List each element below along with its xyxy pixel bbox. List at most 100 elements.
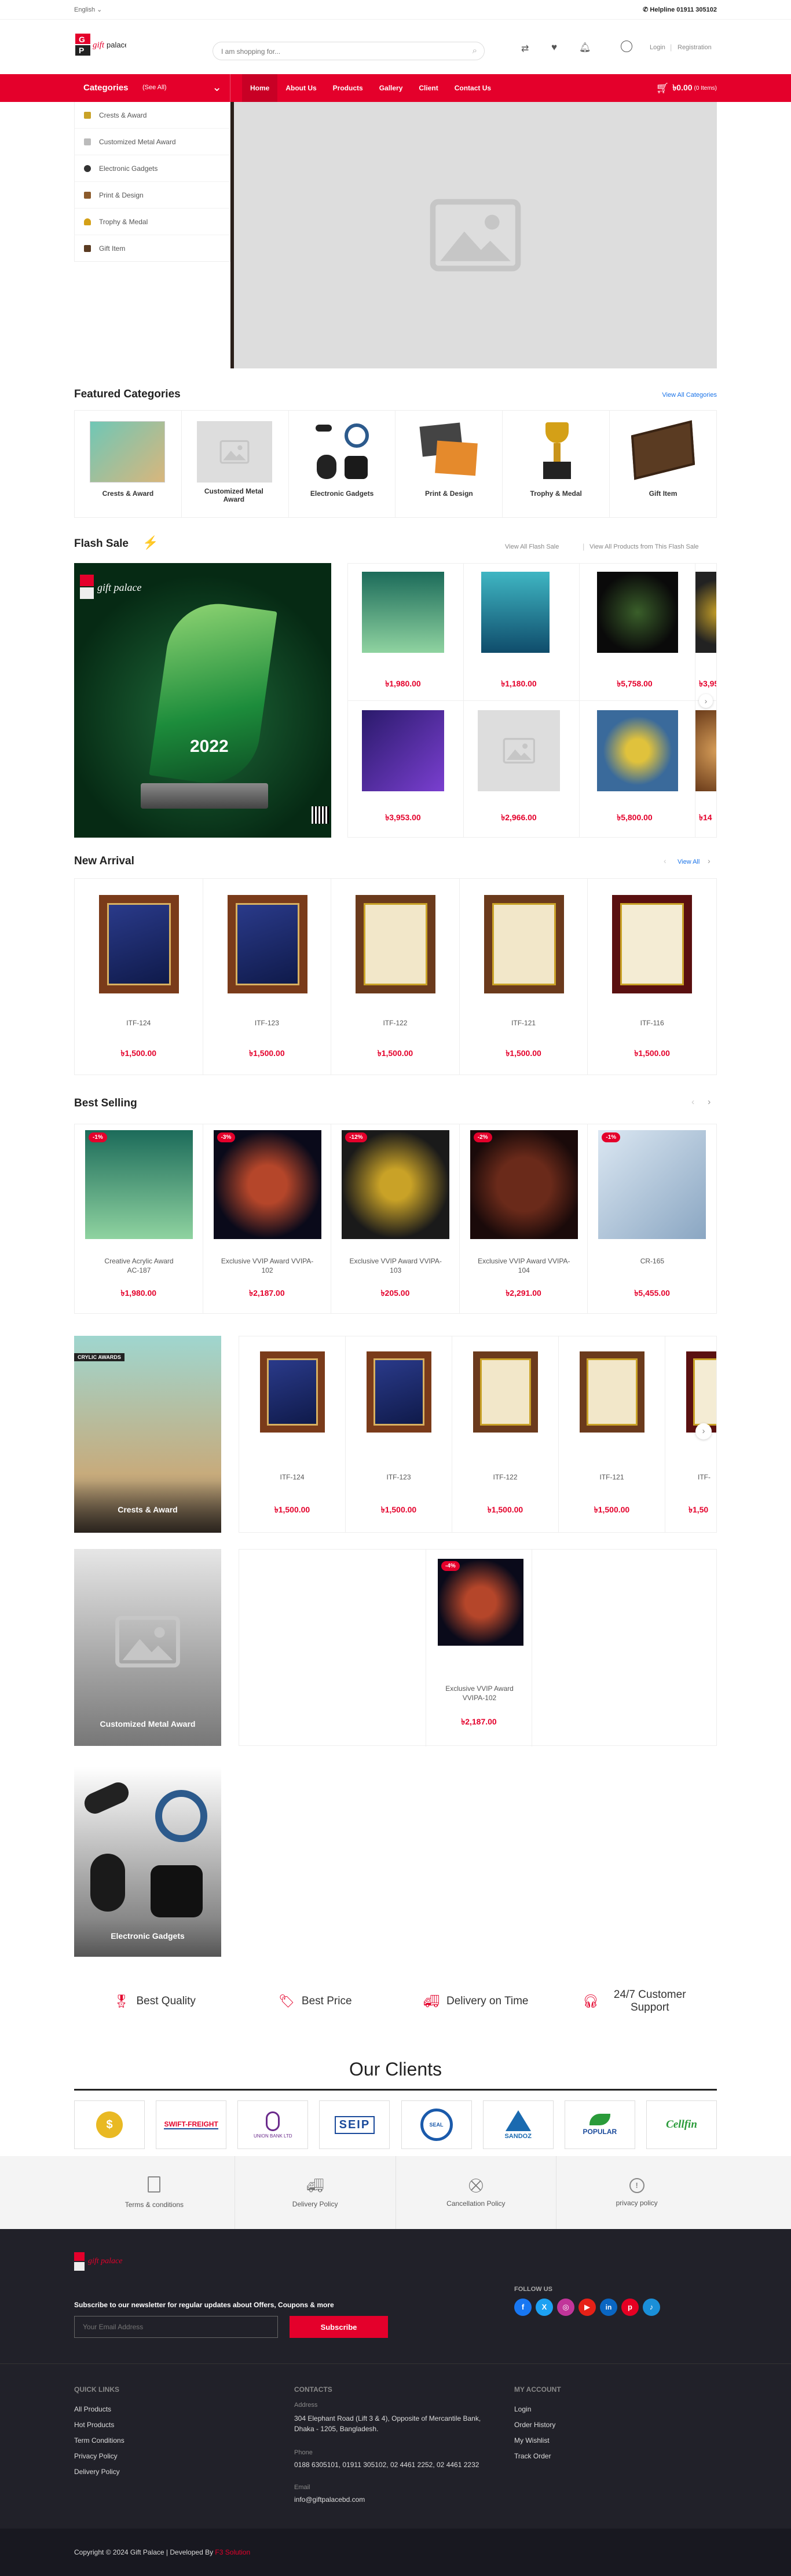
- flash-product-card[interactable]: ৳3,953.00: [348, 701, 464, 837]
- sidebar-item-crests[interactable]: Crests & Award: [75, 102, 230, 129]
- flash-product-card[interactable]: ৳1,980.00: [348, 564, 464, 701]
- twitter-x-icon[interactable]: X: [536, 2299, 553, 2316]
- cart-button[interactable]: 🛒︎ ৳0.00 (0 Items): [655, 74, 717, 102]
- featured-card-metal[interactable]: Customized Metal Award: [182, 411, 289, 517]
- policy-cancellation[interactable]: ⛒ Cancellation Policy: [396, 2156, 557, 2229]
- nav-about-us[interactable]: About Us: [277, 74, 324, 102]
- nav-client[interactable]: Client: [411, 74, 446, 102]
- registration-link[interactable]: Registration: [678, 44, 712, 51]
- client-logo[interactable]: Cellfin: [646, 2100, 717, 2149]
- hero-banner-placeholder[interactable]: [234, 102, 717, 368]
- crests-category-banner[interactable]: CRYLIC AWARDS Crests & Award: [74, 1336, 221, 1533]
- product-card[interactable]: -12% Exclusive VVIP Award VVIPA-103 ৳205…: [331, 1124, 460, 1313]
- product-card[interactable]: -1% Creative Acrylic Award AC-187 ৳1,980…: [75, 1124, 203, 1313]
- newsletter-email-input[interactable]: [74, 2316, 278, 2338]
- product-card[interactable]: -3% Exclusive VVIP Award VVIPA-102 ৳2,18…: [203, 1124, 332, 1313]
- product-card[interactable]: ITF-122 ৳1,500.00: [452, 1336, 559, 1532]
- client-logo[interactable]: SANDOZ: [482, 2100, 554, 2149]
- chevron-right-icon[interactable]: ›: [708, 1097, 711, 1108]
- gadgets-category-banner[interactable]: Electronic Gadgets: [74, 1767, 221, 1957]
- login-link[interactable]: Login: [650, 44, 665, 51]
- featured-card-crests[interactable]: Crests & Award: [75, 411, 182, 517]
- carousel-next-button[interactable]: ›: [695, 1423, 712, 1439]
- client-logo[interactable]: UNION BANK LTD: [237, 2100, 309, 2149]
- sidebar-item-metal-award[interactable]: Customized Metal Award: [75, 129, 230, 155]
- nav-products[interactable]: Products: [325, 74, 371, 102]
- chevron-left-icon[interactable]: ‹: [664, 856, 667, 865]
- metal-category-banner[interactable]: Customized Metal Award: [74, 1549, 221, 1746]
- view-all-flash-sale-link[interactable]: View All Flash Sale: [505, 543, 559, 550]
- nav-home[interactable]: Home: [242, 74, 278, 102]
- featured-card-print[interactable]: Print & Design: [395, 411, 503, 517]
- footer-link-delivery[interactable]: Delivery Policy: [74, 2464, 124, 2480]
- footer-link-privacy[interactable]: Privacy Policy: [74, 2449, 124, 2464]
- sidebar-item-electronic-gadgets[interactable]: Electronic Gadgets: [75, 155, 230, 182]
- product-card[interactable]: ITF-121 ৳1,500.00: [460, 879, 588, 1075]
- chevron-left-icon[interactable]: ‹: [691, 1097, 694, 1108]
- policy-privacy[interactable]: ! privacy policy: [556, 2156, 717, 2229]
- notification-bell-icon[interactable]: 🔔︎: [579, 42, 591, 53]
- linkedin-icon[interactable]: in: [600, 2299, 617, 2316]
- product-card[interactable]: ITF-121 ৳1,500.00: [559, 1336, 665, 1532]
- view-all-flash-products-link[interactable]: View All Products from This Flash Sale: [589, 543, 699, 550]
- footer-link-wishlist[interactable]: My Wishlist: [514, 2433, 555, 2449]
- view-all-categories-link[interactable]: View All Categories: [662, 392, 717, 399]
- wishlist-heart-icon[interactable]: ♥: [551, 42, 557, 53]
- flash-product-card[interactable]: ৳5,800.00: [580, 701, 695, 837]
- search-icon[interactable]: ⌕: [473, 46, 477, 56]
- featured-card-trophy[interactable]: Trophy & Medal: [503, 411, 610, 517]
- footer-link-track-order[interactable]: Track Order: [514, 2449, 555, 2464]
- tiktok-icon[interactable]: ♪: [643, 2299, 660, 2316]
- policy-terms[interactable]: Terms & conditions: [74, 2156, 235, 2229]
- facebook-icon[interactable]: f: [514, 2299, 532, 2316]
- product-card[interactable]: -4% Exclusive VVIP Award VVIPA-102 ৳2,18…: [426, 1550, 532, 1746]
- footer-link-terms[interactable]: Term Conditions: [74, 2433, 124, 2449]
- footer-link-login[interactable]: Login: [514, 2402, 555, 2417]
- carousel-next-button[interactable]: ›: [699, 694, 713, 708]
- product-card[interactable]: ITF-123 ৳1,500.00: [346, 1336, 452, 1532]
- pinterest-icon[interactable]: p: [621, 2299, 639, 2316]
- instagram-icon[interactable]: ◎: [557, 2299, 574, 2316]
- policy-delivery[interactable]: 🚚︎ Delivery Policy: [235, 2156, 396, 2229]
- featured-card-gift[interactable]: Gift Item: [610, 411, 716, 517]
- language-selector[interactable]: English ⌄: [74, 6, 102, 13]
- product-card[interactable]: ITF-124 ৳1,500.00: [75, 879, 203, 1075]
- footer-link-all-products[interactable]: All Products: [74, 2402, 124, 2417]
- sidebar-item-gift-item[interactable]: Gift Item: [75, 235, 230, 262]
- search-input[interactable]: [221, 46, 453, 57]
- product-card[interactable]: ITF-122 ৳1,500.00: [331, 879, 460, 1075]
- product-card[interactable]: ITF-124 ৳1,500.00: [239, 1336, 346, 1532]
- flash-product-card[interactable]: ৳2,966.00: [464, 701, 580, 837]
- client-logo[interactable]: SEIP: [319, 2100, 390, 2149]
- nav-gallery[interactable]: Gallery: [371, 74, 411, 102]
- sidebar-item-trophy-medal[interactable]: Trophy & Medal: [75, 209, 230, 235]
- product-card[interactable]: -2% Exclusive VVIP Award VVIPA-104 ৳2,29…: [460, 1124, 588, 1313]
- footer-link-order-history[interactable]: Order History: [514, 2417, 555, 2433]
- site-logo[interactable]: G P gift palace: [74, 31, 129, 58]
- client-logo[interactable]: $: [74, 2100, 145, 2149]
- flash-product-card[interactable]: ৳1,180.00: [464, 564, 580, 701]
- user-icon[interactable]: [621, 41, 632, 52]
- email-link[interactable]: info@giftpalacebd.com: [294, 2495, 365, 2504]
- featured-card-gadgets[interactable]: Electronic Gadgets: [289, 411, 396, 517]
- client-logo[interactable]: SWIFT-FREIGHT: [156, 2100, 227, 2149]
- footer-link-hot-products[interactable]: Hot Products: [74, 2417, 124, 2433]
- categories-dropdown[interactable]: Categories (See All) ⌄: [74, 74, 230, 102]
- compare-icon[interactable]: ⇄: [521, 43, 529, 54]
- flash-product-card[interactable]: ৳14: [695, 701, 716, 837]
- subscribe-button[interactable]: Subscribe: [290, 2316, 388, 2338]
- product-card[interactable]: ITF-116 ৳1,500.00: [588, 879, 716, 1075]
- product-card[interactable]: -1% CR-165 ৳5,455.00: [588, 1124, 716, 1313]
- sidebar-item-print-design[interactable]: Print & Design: [75, 182, 230, 209]
- flash-product-card[interactable]: ৳5,758.00: [580, 564, 695, 701]
- flash-sale-banner[interactable]: gift palace 2022: [74, 563, 331, 838]
- product-card[interactable]: ITF-123 ৳1,500.00: [203, 879, 332, 1075]
- client-logo[interactable]: POPULAR: [564, 2100, 635, 2149]
- view-all-new-arrival-link[interactable]: View All: [678, 858, 700, 865]
- developer-link[interactable]: F3 Solution: [215, 2548, 250, 2556]
- client-logo[interactable]: SEAL: [401, 2100, 472, 2149]
- flash-product-card[interactable]: ৳3,95: [695, 564, 716, 701]
- nav-contact-us[interactable]: Contact Us: [446, 74, 499, 102]
- footer-logo[interactable]: gift palace: [74, 2252, 132, 2273]
- chevron-right-icon[interactable]: ›: [708, 856, 711, 865]
